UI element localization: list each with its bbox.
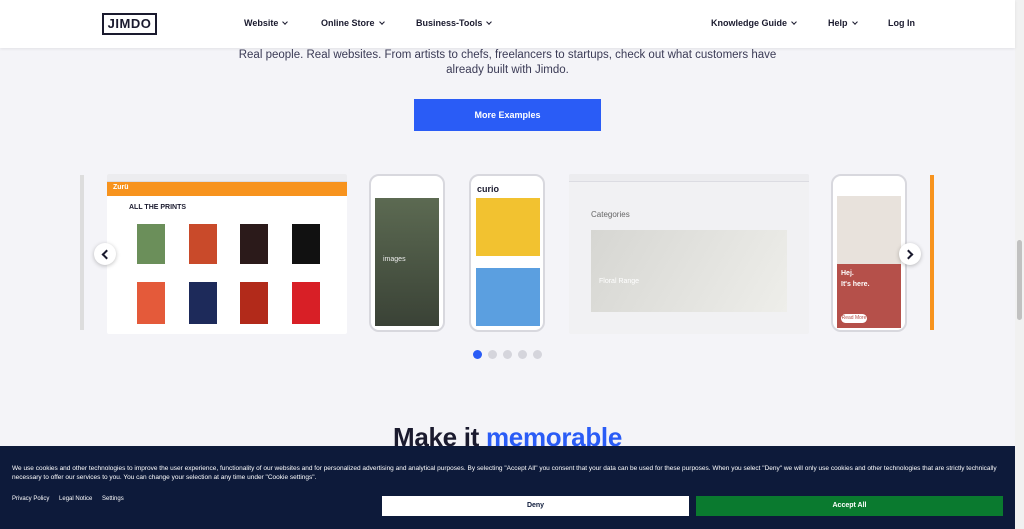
carousel-slide-curio-phone[interactable]: curio	[469, 174, 545, 332]
carousel-dot[interactable]	[518, 350, 527, 359]
print-thumbnail	[240, 282, 268, 324]
print-thumbnail	[240, 224, 268, 264]
slide-site-header: Zurü	[107, 182, 347, 196]
nav-help-label: Help	[828, 18, 848, 28]
carousel-slide-partial-right	[930, 175, 934, 330]
ceramics-photo: Floral Range	[591, 230, 787, 312]
hej-line1: Hej.	[841, 270, 854, 277]
nav-online-store[interactable]: Online Store	[321, 18, 385, 28]
carousel-dot[interactable]	[503, 350, 512, 359]
carousel-dot[interactable]	[533, 350, 542, 359]
chevron-down-icon	[791, 19, 797, 25]
chevron-down-icon	[851, 19, 858, 25]
legal-notice-link[interactable]: Legal Notice	[59, 496, 92, 502]
chevron-down-icon	[486, 19, 493, 25]
chevron-down-icon	[378, 19, 385, 25]
carousel-slide-ceramics[interactable]: Categories Floral Range	[569, 174, 809, 334]
carousel-next-button[interactable]	[899, 243, 921, 265]
print-thumbnail	[189, 224, 217, 264]
jimdo-logo[interactable]: JIMDO	[102, 13, 157, 35]
chevron-down-icon	[282, 19, 289, 25]
nav-knowledge-guide[interactable]: Knowledge Guide	[711, 18, 797, 28]
slide-brand: curio	[477, 184, 500, 194]
print-thumbnail	[292, 282, 320, 324]
login-link[interactable]: Log In	[888, 18, 915, 28]
carousel-dot[interactable]	[473, 350, 482, 359]
slide-caption: images	[383, 256, 406, 263]
nav-business-tools[interactable]: Business-Tools	[416, 18, 493, 28]
nav-website[interactable]: Website	[244, 18, 289, 28]
read-more-button[interactable]: Read More	[841, 314, 867, 323]
slide-heading: Categories	[591, 210, 630, 219]
intro-text: Real people. Real websites. From artists…	[238, 49, 777, 76]
fashion-photo	[476, 268, 540, 326]
nav-knowledge-guide-label: Knowledge Guide	[711, 18, 788, 28]
carousel-slide-forest-phone[interactable]: images	[369, 174, 445, 332]
print-thumbnail	[292, 224, 320, 264]
print-thumbnail	[137, 282, 165, 324]
nav-help[interactable]: Help	[828, 18, 858, 28]
hej-line2: It's here.	[841, 281, 870, 288]
cookie-text: We use cookies and other technologies to…	[12, 465, 997, 481]
carousel-prev-button[interactable]	[94, 243, 116, 265]
deny-button[interactable]: Deny	[382, 496, 689, 516]
carousel-slide-partial-left	[80, 175, 84, 330]
print-thumbnail	[137, 224, 165, 264]
nav-business-tools-label: Business-Tools	[416, 18, 483, 28]
cookie-settings-link[interactable]: Settings	[102, 496, 124, 502]
nav-online-store-label: Online Store	[321, 18, 375, 28]
accept-all-button[interactable]: Accept All	[696, 496, 1003, 516]
scrollbar-thumb[interactable]	[1017, 240, 1022, 320]
more-examples-button[interactable]: More Examples	[414, 99, 601, 131]
slide-feature: Floral Range	[599, 278, 640, 285]
forest-photo: images	[375, 198, 439, 326]
browser-bar	[569, 174, 809, 182]
browser-bar	[107, 174, 347, 182]
carousel-dot[interactable]	[488, 350, 497, 359]
page-scrollbar[interactable]	[1015, 0, 1024, 529]
privacy-policy-link[interactable]: Privacy Policy	[12, 496, 49, 502]
nav-website-label: Website	[244, 18, 279, 28]
carousel-slide-prints[interactable]: Zurü ALL THE PRINTS	[107, 174, 347, 334]
carousel-slide-hej-phone[interactable]: Hej. It's here. Read More	[831, 174, 907, 332]
slide-heading: ALL THE PRINTS	[129, 204, 187, 211]
slide-brand: Zurü	[113, 184, 129, 191]
portrait-photo	[837, 196, 901, 264]
fashion-photo	[476, 198, 540, 256]
print-thumbnail	[189, 282, 217, 324]
cookie-links: Privacy Policy Legal Notice Settings	[12, 496, 132, 502]
cookie-banner: We use cookies and other technologies to…	[0, 446, 1015, 529]
site-header: JIMDO Website Online Store Business-Tool…	[0, 0, 1015, 48]
hej-panel: Hej. It's here. Read More	[837, 264, 901, 328]
